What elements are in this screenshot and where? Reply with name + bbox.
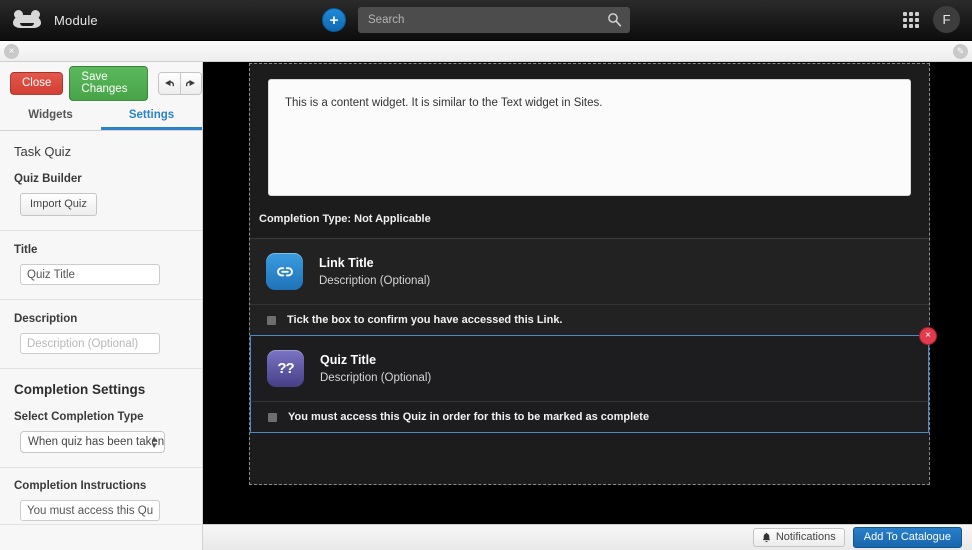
link-confirm-label: Tick the box to confirm you have accesse… — [287, 314, 563, 326]
title-input[interactable] — [20, 264, 160, 285]
sidebar-tabs: Widgets Settings — [0, 105, 202, 131]
undo-arrow-icon[interactable] — [159, 73, 180, 94]
bell-icon — [762, 532, 771, 543]
sidebar-bottom-spacer — [0, 524, 203, 550]
quiz-question-icon: ?? — [267, 350, 304, 387]
description-field-section: Description — [0, 300, 202, 369]
redo-arrow-icon[interactable] — [179, 73, 201, 94]
content-widget[interactable]: This is a content widget. It is similar … — [268, 79, 911, 196]
search-input[interactable] — [358, 7, 630, 33]
top-navigation-bar: Module + F — [0, 0, 972, 41]
quiz-widget[interactable]: × ?? Quiz Title Description (Optional) Y… — [250, 327, 937, 433]
notifications-button[interactable]: Notifications — [752, 528, 845, 547]
completion-type-value[interactable]: When quiz has been taken — [20, 431, 165, 453]
link-icon — [266, 253, 303, 290]
frog-logo-icon[interactable] — [10, 10, 44, 30]
notifications-label: Notifications — [775, 531, 836, 543]
completion-instructions-input[interactable] — [20, 500, 160, 521]
quiz-widget-description: Description (Optional) — [320, 372, 432, 384]
save-changes-button[interactable]: Save Changes — [69, 66, 149, 101]
quiz-widget-row[interactable]: ?? Quiz Title Description (Optional) — [251, 336, 928, 401]
secondary-bar: × ✎ — [0, 41, 972, 62]
nav-right-group: F — [903, 6, 960, 33]
delete-widget-button[interactable]: × — [919, 327, 937, 345]
add-button[interactable]: + — [322, 8, 346, 32]
settings-sidebar: Close Save Changes Widgets Settings Task… — [0, 62, 203, 550]
link-widget-row[interactable]: Link Title Description (Optional) — [250, 239, 929, 304]
grid-apps-icon[interactable] — [903, 11, 919, 28]
link-confirm-checkbox[interactable] — [267, 315, 276, 325]
section-title: Task Quiz — [14, 144, 72, 159]
link-widget-description: Description (Optional) — [319, 275, 431, 287]
sidebar-toolbar: Close Save Changes — [0, 62, 202, 105]
add-to-catalogue-button[interactable]: Add To Catalogue — [852, 527, 962, 548]
search-box[interactable] — [358, 7, 630, 33]
link-widget-footer: Tick the box to confirm you have accesse… — [250, 304, 929, 335]
quiz-widget-footer: You must access this Quiz in order for t… — [251, 401, 928, 432]
content-widget-text: This is a content widget. It is similar … — [285, 97, 603, 109]
bottom-action-bar: Notifications Add To Catalogue — [203, 524, 972, 550]
quiz-question-marks: ?? — [277, 360, 294, 377]
nav-center-group: + — [322, 7, 630, 33]
quiz-widget-title: Quiz Title — [320, 353, 377, 367]
completion-type-select[interactable]: When quiz has been taken ▲ ▼ — [20, 431, 165, 453]
completion-settings-section: Completion Settings Select Completion Ty… — [0, 369, 202, 467]
undo-redo-group — [158, 72, 202, 95]
title-label: Title — [14, 244, 38, 256]
import-quiz-button[interactable]: Import Quiz — [20, 193, 97, 216]
link-widget-text: Link Title Description (Optional) — [319, 256, 430, 287]
completion-settings-heading: Completion Settings — [14, 382, 146, 397]
module-canvas: This is a content widget. It is similar … — [203, 62, 972, 524]
tab-settings[interactable]: Settings — [101, 105, 202, 130]
quiz-confirm-checkbox[interactable] — [268, 412, 277, 422]
description-label: Description — [14, 313, 78, 325]
link-widget[interactable]: Link Title Description (Optional) Tick t… — [250, 238, 929, 335]
avatar[interactable]: F — [933, 6, 960, 33]
quiz-builder-label: Quiz Builder — [14, 173, 82, 185]
app-title: Module — [54, 12, 98, 28]
search-icon[interactable] — [607, 12, 622, 27]
canvas-dropzone[interactable]: This is a content widget. It is similar … — [249, 63, 937, 485]
completion-instructions-label: Completion Instructions — [14, 480, 147, 492]
tab-widgets[interactable]: Widgets — [0, 105, 101, 130]
description-input[interactable] — [20, 333, 160, 354]
close-button[interactable]: Close — [10, 71, 64, 96]
edit-pencil-icon[interactable]: ✎ — [953, 44, 968, 59]
close-icon[interactable]: × — [4, 44, 19, 59]
quiz-widget-text: Quiz Title Description (Optional) — [320, 353, 431, 384]
select-completion-type-label: Select Completion Type — [14, 411, 144, 423]
completion-type-text: Completion Type: Not Applicable — [259, 213, 431, 225]
task-quiz-section: Task Quiz Quiz Builder Import Quiz — [0, 131, 202, 231]
link-widget-title: Link Title — [319, 256, 374, 270]
quiz-confirm-label: You must access this Quiz in order for t… — [288, 411, 650, 423]
title-field-section: Title — [0, 231, 202, 300]
